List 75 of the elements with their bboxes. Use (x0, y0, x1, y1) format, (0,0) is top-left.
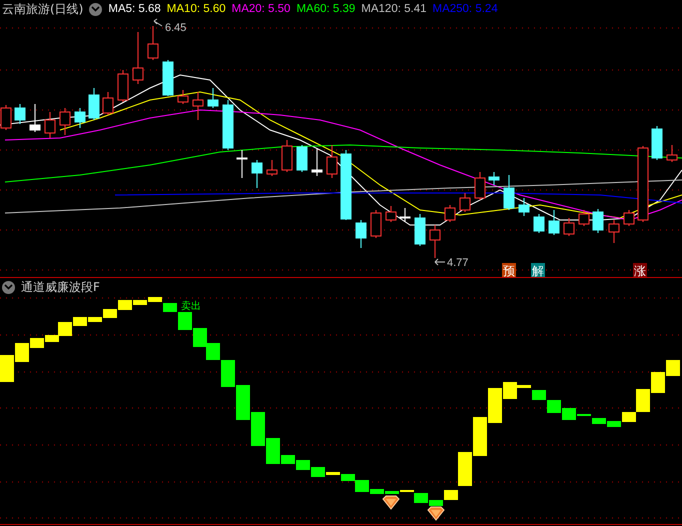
candlestick (534, 214, 544, 234)
candlestick (30, 104, 40, 132)
low-price-label: 4.77 (447, 257, 468, 269)
candlestick (340, 150, 352, 220)
band-bar (547, 400, 561, 413)
candlestick (608, 220, 620, 244)
candlestick (414, 214, 426, 246)
candlestick (666, 144, 678, 162)
dropdown-icon[interactable] (2, 280, 15, 294)
candlestick (132, 32, 144, 84)
high-price-label: 6.45 (165, 22, 186, 34)
dropdown-icon[interactable] (89, 2, 102, 16)
diamond-icon (427, 506, 445, 521)
candlestick (504, 174, 514, 210)
band-bar (251, 412, 265, 446)
candlestick (370, 210, 382, 238)
chart-title: 云南旅游(日线) (2, 0, 84, 18)
candlestick (312, 148, 322, 176)
candlestick (44, 112, 56, 138)
signal-badge: 预 (502, 263, 516, 278)
band-bar (0, 355, 14, 382)
candlestick (518, 198, 530, 216)
candlestick (460, 192, 470, 212)
diamond-icon (382, 496, 400, 510)
candlestick (282, 140, 292, 172)
candlestick (652, 126, 662, 160)
moving-average-label: MA20: 5.50 (232, 3, 290, 15)
candlestick (102, 92, 114, 116)
band-bar (532, 390, 546, 400)
signal-badge: 涨 (633, 263, 647, 278)
band-bar (458, 452, 472, 486)
pointer-arrow-icon (434, 258, 446, 266)
candlestick (60, 108, 70, 136)
candlestick (192, 92, 204, 120)
candlestick (430, 224, 440, 258)
candlestick (162, 60, 174, 96)
candlestick (578, 210, 590, 226)
moving-average-label: MA60: 5.39 (296, 3, 356, 15)
moving-average-label: MA5: 5.68 (108, 3, 161, 15)
candlestick (444, 204, 456, 222)
candlestick (564, 218, 574, 236)
moving-average-label: MA10: 5.60 (166, 3, 226, 15)
band-bar (236, 385, 250, 420)
candlestick (488, 172, 500, 186)
candlestick (474, 172, 486, 200)
candlestick (548, 210, 560, 236)
candlestick (386, 206, 396, 222)
candlestick (14, 104, 26, 124)
signal-badge: 解 (531, 263, 545, 278)
moving-average-label: MA250: 5.24 (432, 3, 498, 15)
band-bar (193, 328, 207, 347)
band-bar (666, 360, 680, 376)
candlestick (400, 208, 410, 222)
candlestick (88, 88, 100, 120)
band-bar (296, 460, 310, 470)
band-bar (651, 372, 665, 393)
band-bar (473, 417, 487, 456)
candlestick (252, 160, 262, 188)
candlestick (296, 144, 308, 172)
candlestick (236, 150, 248, 178)
pointer-arrow-icon (154, 18, 162, 26)
candlestick (356, 220, 366, 248)
indicator-title: 通道威廉波段F (21, 278, 100, 296)
candlestick (624, 210, 634, 226)
candlestick (118, 70, 128, 102)
candlestick (266, 160, 278, 176)
candlestick (592, 208, 604, 234)
sell-signal-label: 卖出 (181, 301, 201, 312)
candlestick (178, 90, 188, 104)
candlestick (74, 108, 86, 128)
candlestick (222, 100, 234, 150)
moving-average-label: MA120: 5.41 (361, 3, 426, 15)
candlestick (148, 26, 158, 60)
candlestick (208, 88, 218, 108)
candlestick (326, 144, 338, 178)
